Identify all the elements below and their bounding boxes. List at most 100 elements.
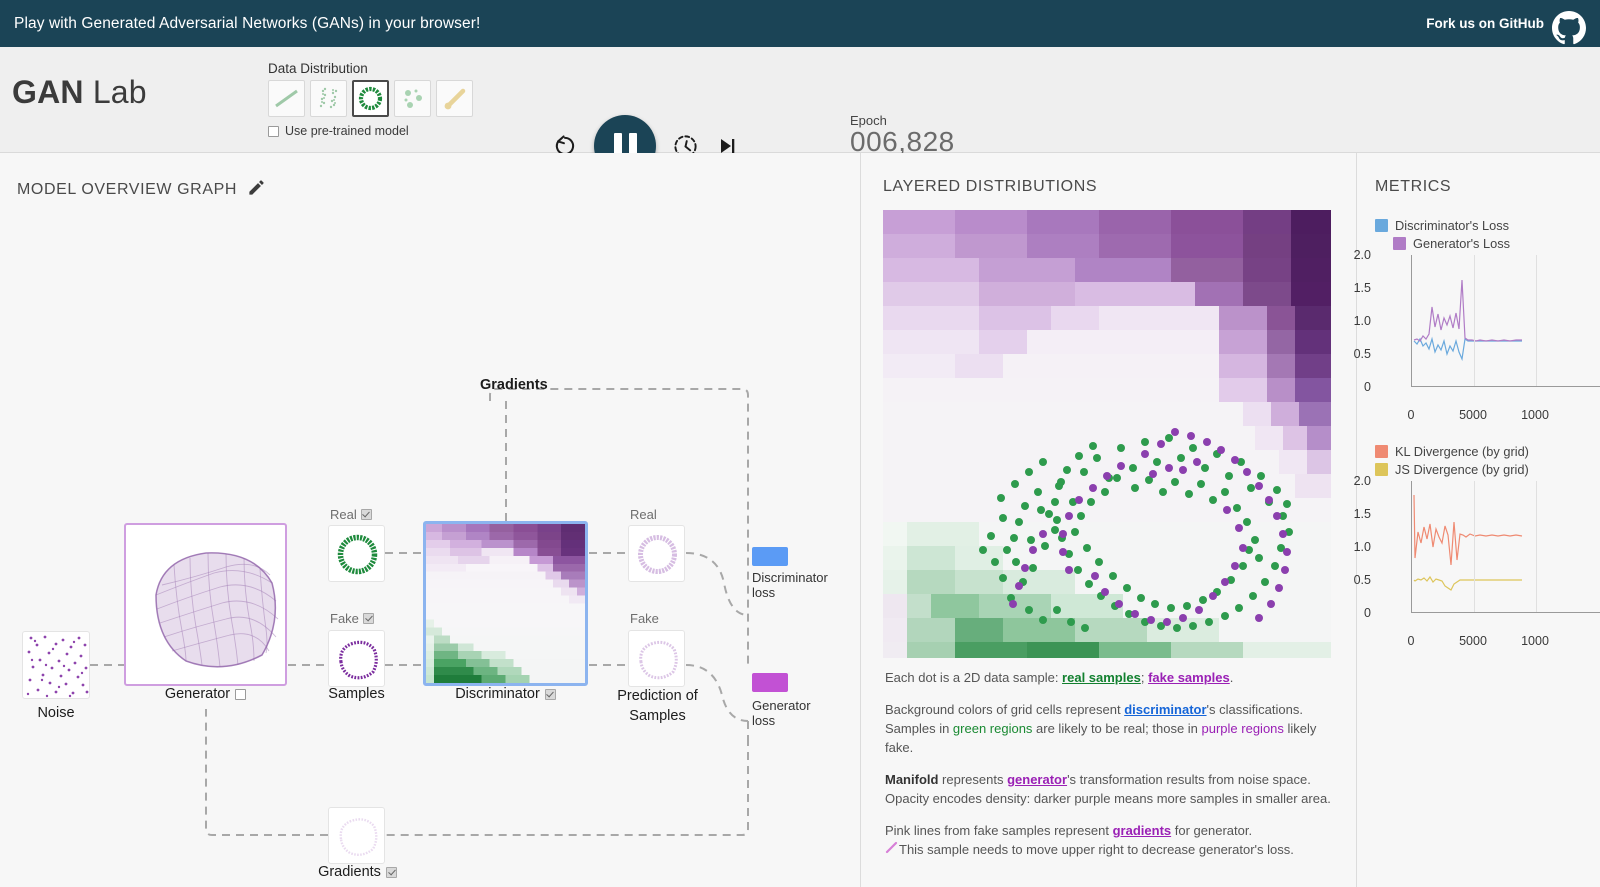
- gradients-link[interactable]: gradients: [1113, 823, 1172, 838]
- pretrained-model-toggle[interactable]: Use pre-trained model: [268, 124, 473, 138]
- node-noise[interactable]: [22, 631, 90, 699]
- losses-ytick-4: 0: [1364, 380, 1371, 394]
- caption-line-2: Background colors of grid cells represen…: [885, 702, 1317, 755]
- node-pred-real-toplabel: Real: [630, 507, 657, 522]
- legend-js-divergence: JS Divergence (by grid): [1375, 462, 1600, 477]
- node-pred-samples-caption: Prediction of Samples: [617, 688, 698, 724]
- losses-xtick-1: 5000: [1459, 408, 1487, 422]
- layered-distributions-caption: Each dot is a 2D data sample: real sampl…: [885, 668, 1345, 872]
- banner-title: Play with Generated Adversarial Networks…: [14, 14, 481, 32]
- real-samples-label: Real: [330, 507, 357, 522]
- divergences-xtick-0: 0: [1407, 634, 1415, 648]
- top-banner: Play with Generated Adversarial Networks…: [0, 0, 1600, 47]
- data-distribution-label: Data Distribution: [268, 61, 368, 76]
- legend-generator-loss: Generator's Loss: [1375, 236, 1600, 251]
- gradients-blob: [339, 818, 378, 856]
- js-divergence-legend-label: JS Divergence (by grid): [1395, 462, 1529, 477]
- kl-divergence-legend-label: KL Divergence (by grid): [1395, 444, 1529, 459]
- noise-scatter: [26, 635, 89, 698]
- fake-samples-label: Fake: [330, 611, 359, 626]
- losses-plot-area: 2.0 1.5 1.0 0.5 0 0 5000 1000: [1354, 248, 1600, 422]
- losses-xtick-0: 0: [1407, 408, 1415, 422]
- discriminator-loss-label: Discriminator loss: [752, 570, 828, 600]
- model-graph: Gradients Noise Generator Real Fake Samp…: [0, 153, 861, 887]
- github-link[interactable]: Fork us on GitHub: [1426, 7, 1586, 44]
- divergences-ytick-3: 0.5: [1353, 573, 1371, 587]
- node-discriminator-label: Discriminator: [455, 686, 540, 702]
- losses-ytick-1: 1.5: [1353, 281, 1371, 295]
- node-generator-caption: Generator: [124, 686, 287, 702]
- generator-loss-swatch: [752, 673, 788, 692]
- distribution-option-ring[interactable]: [352, 80, 389, 117]
- distribution-option-line[interactable]: [268, 80, 305, 117]
- divergences-series: [1413, 494, 1523, 591]
- real-samples-checkbox[interactable]: [360, 509, 372, 520]
- losses-ytick-2: 1.0: [1353, 314, 1371, 328]
- graph-edges: [90, 388, 749, 836]
- data-distribution-group: Data Distribution Use pre-trained model: [268, 61, 473, 138]
- node-generator-label: Generator: [164, 686, 231, 702]
- legend-kl-divergence: KL Divergence (by grid): [1375, 444, 1600, 459]
- layered-distributions-canvas[interactable]: [883, 210, 1331, 658]
- discriminator-loss-legend-label: Discriminator's Loss: [1395, 218, 1510, 233]
- pred-fake-blob: [639, 640, 678, 680]
- caption-line-1: Each dot is a 2D data sample: real sampl…: [885, 670, 1234, 685]
- node-gradients[interactable]: [328, 807, 385, 864]
- generator-manifold: [155, 552, 279, 668]
- node-noise-caption: Noise: [37, 705, 75, 721]
- fake-samples-link[interactable]: fake samples: [1148, 670, 1230, 685]
- node-real-samples-toplabel: Real: [330, 507, 372, 522]
- fake-samples-blob: [339, 640, 378, 680]
- divergences-ytick-1: 1.5: [1353, 507, 1371, 521]
- divergences-xtick-2: 1000: [1521, 634, 1549, 648]
- green-regions-text: green regions: [952, 721, 1033, 736]
- layered-distributions-panel: LAYERED DISTRIBUTIONS Each dot is a 2D d…: [861, 153, 1357, 887]
- fake-samples-checkbox[interactable]: [362, 613, 374, 624]
- gradients-header: Gradients: [480, 377, 548, 393]
- generator-link[interactable]: generator: [1007, 772, 1067, 787]
- github-label: Fork us on GitHub: [1426, 16, 1544, 31]
- main-content: MODEL OVERVIEW GRAPH Gradients Noise Gen…: [0, 153, 1600, 887]
- github-icon: [1552, 10, 1586, 45]
- epoch-counter: Epoch 006,828: [850, 113, 955, 158]
- purple-regions-text: purple regions: [1201, 721, 1284, 736]
- discriminator-checkbox[interactable]: [544, 688, 556, 700]
- losses-ytick-3: 0.5: [1353, 347, 1371, 361]
- node-pred-real[interactable]: [628, 525, 685, 582]
- gradients-checkbox[interactable]: [385, 866, 397, 878]
- node-generator[interactable]: [124, 523, 287, 686]
- app-logo: GAN Lab: [12, 74, 147, 111]
- pred-real-ring: [638, 535, 677, 574]
- manifold-text: Manifold: [885, 772, 939, 787]
- generator-loss-label: Generator loss: [752, 698, 811, 728]
- divergences-xtick-1: 5000: [1459, 634, 1487, 648]
- node-discriminator[interactable]: [423, 521, 588, 686]
- node-fake-samples[interactable]: [328, 630, 385, 687]
- node-fake-samples-toplabel: Fake: [330, 611, 374, 626]
- node-real-samples[interactable]: [328, 525, 385, 582]
- discriminator-link[interactable]: discriminator: [1124, 702, 1206, 717]
- pretrained-label: Use pre-trained model: [285, 124, 409, 138]
- metrics-title: METRICS: [1375, 178, 1452, 195]
- pretrained-checkbox[interactable]: [268, 125, 279, 137]
- gradient-arrow-icon: [885, 840, 899, 859]
- node-pred-fake[interactable]: [628, 630, 685, 687]
- node-discriminator-caption: Discriminator: [423, 686, 588, 702]
- distribution-option-draw-your-own[interactable]: [436, 80, 473, 117]
- caption-line-3: Manifold represents generator's transfor…: [885, 772, 1331, 806]
- divergences-plot-area: 2.0 1.5 1.0 0.5 0 0 5000 1000: [1354, 474, 1600, 648]
- real-samples-link[interactable]: real samples: [1062, 670, 1141, 685]
- logo-light: Lab: [92, 74, 147, 110]
- legend-discriminator-loss: Discriminator's Loss: [1375, 218, 1600, 233]
- distribution-option-three-blobs[interactable]: [394, 80, 431, 117]
- divergences-ytick-0: 2.0: [1353, 474, 1371, 488]
- real-samples-ring: [337, 534, 378, 575]
- kl-divergence-legend-swatch: [1375, 445, 1388, 458]
- toolbar: GAN Lab Data Distribution Use pre-traine…: [0, 47, 1600, 177]
- discriminator-heatmap: [426, 524, 585, 683]
- distribution-option-two-gaussian-clusters[interactable]: [310, 80, 347, 117]
- metrics-panel: METRICS Discriminator's Loss Generator's…: [1354, 153, 1600, 887]
- caption-line-4: Pink lines from fake samples represent g…: [885, 823, 1294, 859]
- losses-xtick-2: 1000: [1521, 408, 1549, 422]
- generator-checkbox[interactable]: [235, 688, 247, 700]
